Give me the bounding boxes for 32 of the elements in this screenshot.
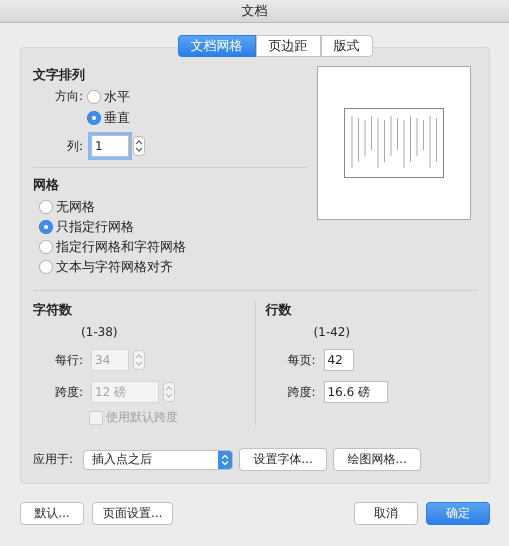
section-heading: 文字排列	[33, 66, 86, 84]
field-label: 跨度:	[54, 384, 84, 400]
tab[interactable]: 页边距	[256, 35, 320, 57]
radio-option[interactable]: 水平	[87, 88, 130, 106]
apply-to-dropdown[interactable]: 插入点之后	[83, 450, 234, 470]
stepper-icon[interactable]	[133, 136, 145, 156]
tab[interactable]: 版式	[320, 35, 372, 57]
radio-option[interactable]: 无网格	[39, 198, 307, 216]
dialog-button[interactable]: 默认...	[20, 502, 84, 525]
range-text: (1-42)	[312, 325, 352, 339]
section-heading: 网格	[33, 177, 60, 194]
columns-field[interactable]: 1	[91, 135, 129, 157]
per-page-field[interactable]: 42	[324, 349, 354, 371]
radio-option[interactable]: 只指定行网格	[39, 218, 307, 236]
radio-option[interactable]: 垂直	[87, 109, 130, 127]
panel-button[interactable]: 绘图网格...	[333, 448, 422, 471]
field-label: 方向:	[54, 88, 84, 105]
dialog-button[interactable]: 取消	[354, 502, 418, 525]
field-label: 每行:	[54, 352, 84, 368]
field-label: 每页:	[286, 352, 316, 368]
panel-button[interactable]: 设置字体...	[239, 448, 328, 471]
pitch-field[interactable]: 16.6 磅	[324, 381, 388, 403]
field-label: 跨度:	[286, 384, 316, 400]
section-heading: 字符数	[33, 302, 73, 319]
field-label: 应用于:	[33, 451, 74, 468]
dialog-button[interactable]: 页面设置...	[92, 502, 174, 525]
radio-option[interactable]: 文本与字符网格对齐	[39, 258, 307, 276]
range-text: (1-38)	[80, 325, 119, 339]
radio-option[interactable]: 指定行网格和字符网格	[39, 238, 307, 256]
window-title: 文档	[242, 3, 268, 20]
field-label: 列:	[66, 138, 84, 154]
section-heading: 行数	[266, 302, 292, 319]
